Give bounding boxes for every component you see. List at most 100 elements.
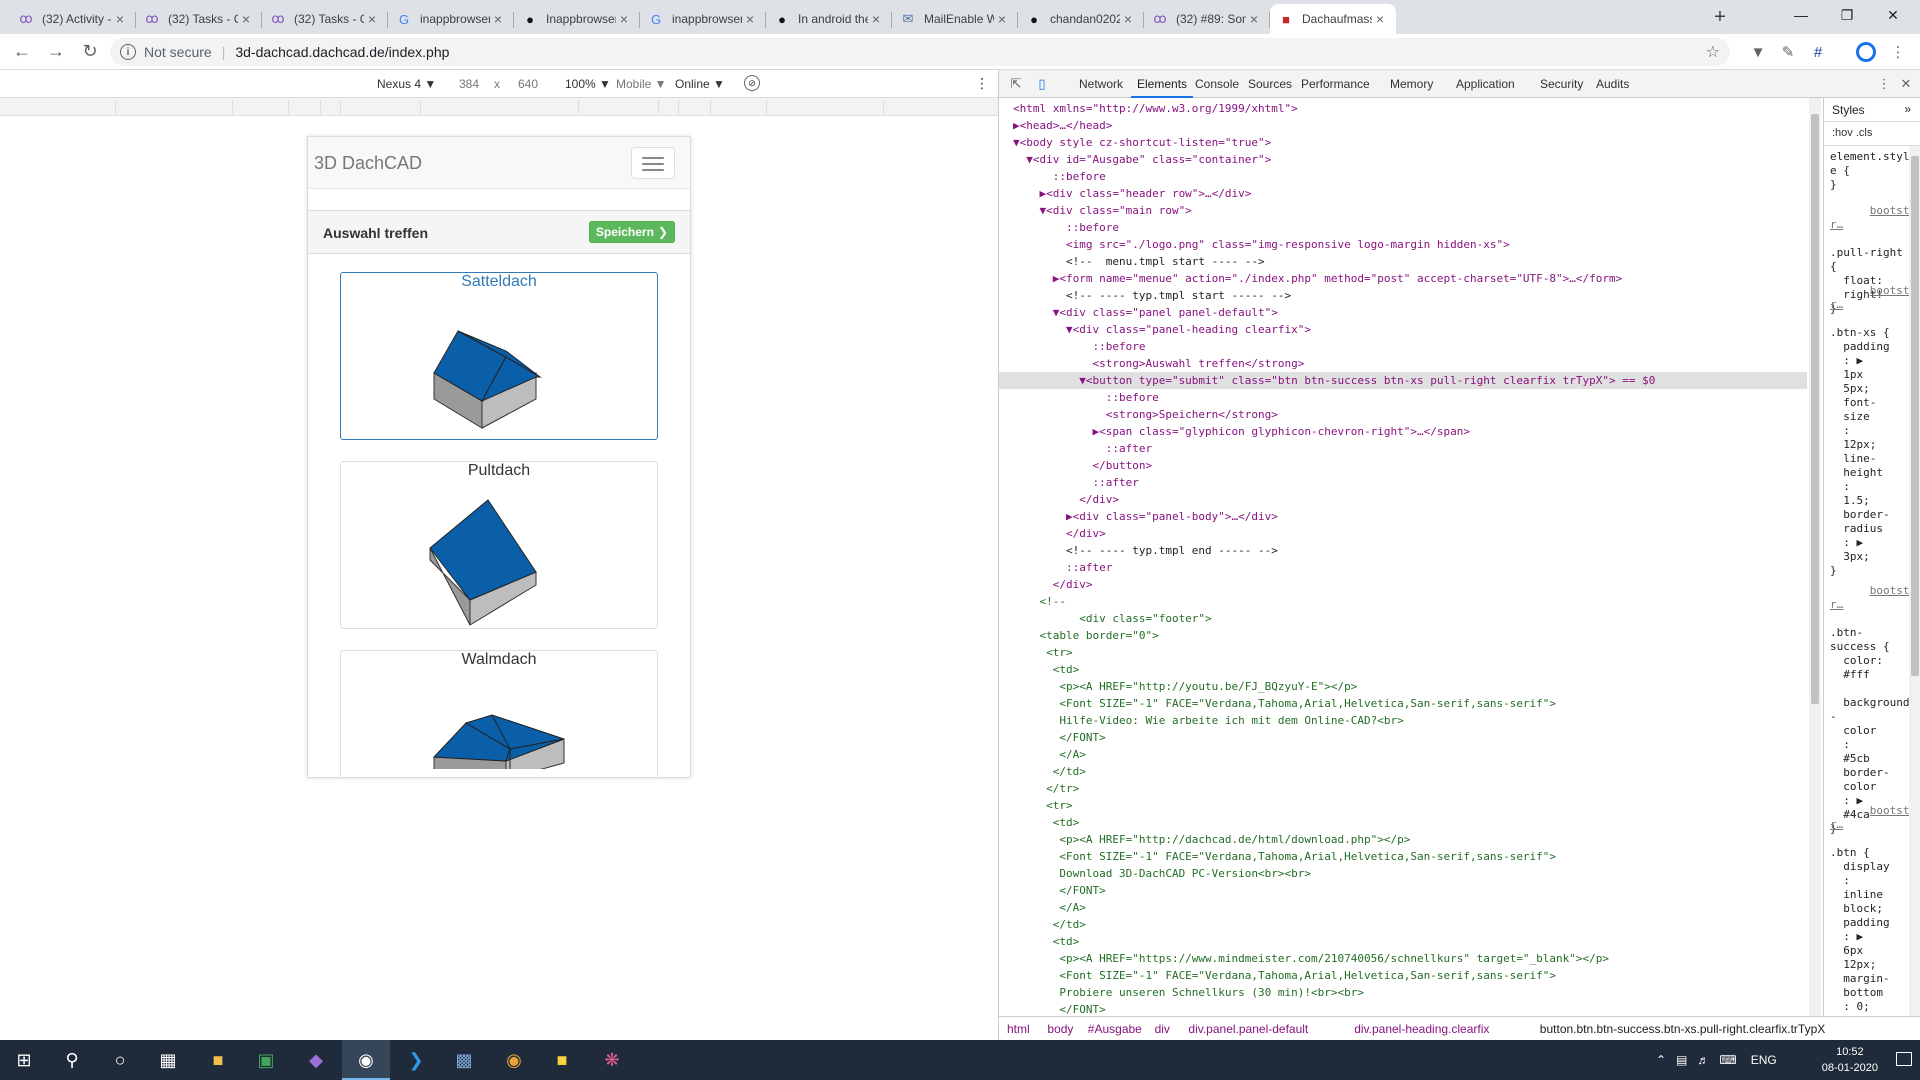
styles-filter[interactable]: :hov .cls (1824, 122, 1920, 146)
minimize-button[interactable]: — (1778, 0, 1824, 30)
viewport-height[interactable]: 640 (518, 77, 538, 91)
style-rule-btn[interactable]: bootstr… .btn { display : inline block; … (1830, 790, 1910, 1016)
url-text[interactable]: 3d-dachcad.dachcad.de/index.php (235, 44, 449, 60)
dom-node-line[interactable]: ::after (999, 474, 1807, 491)
roof-option-walmdach[interactable]: Walmdach (340, 650, 658, 777)
dom-node-line[interactable]: Download 3D-DachCAD PC-Version<br><br> (999, 865, 1807, 882)
dom-node-line[interactable]: ::before (999, 338, 1807, 355)
dom-node-line[interactable]: ▶<head>…</head> (999, 117, 1807, 134)
extension-filter-icon[interactable]: ▼ (1744, 38, 1772, 66)
excel-icon[interactable]: ▣ (242, 1040, 290, 1080)
tab-close-icon[interactable]: × (112, 11, 128, 27)
dom-node-line[interactable]: <strong>Speichern</strong> (999, 406, 1807, 423)
dom-node-line[interactable]: </div> (999, 576, 1807, 593)
dom-node-line[interactable]: <td> (999, 933, 1807, 950)
dom-node-line[interactable]: <p><A HREF="http://youtu.be/FJ_BQzyuY-E"… (999, 678, 1807, 695)
dom-node-line[interactable]: ▼<div class="main row"> (999, 202, 1807, 219)
windows-start-icon[interactable]: ⊞ (0, 1040, 48, 1080)
devtools-tab-performance[interactable]: Performance (1301, 77, 1370, 91)
hamburger-menu-icon[interactable] (631, 147, 675, 179)
dom-node-line[interactable]: <p><A HREF="https://www.mindmeister.com/… (999, 950, 1807, 967)
dom-node-line[interactable]: <tr> (999, 797, 1807, 814)
browser-tab[interactable]: ꝏ (32) Tasks - ON A× (262, 4, 388, 34)
tray-chevron-icon[interactable]: ⌃ (1656, 1053, 1666, 1067)
dom-node-line[interactable]: ▶<span class="glyphicon glyphicon-chevro… (999, 423, 1807, 440)
sticky-notes-icon[interactable]: ■ (538, 1040, 586, 1080)
roof-option-pultdach[interactable]: Pultdach (340, 461, 658, 629)
dom-node-line[interactable]: ▶<div class="panel-body">…</div> (999, 508, 1807, 525)
dom-node-line[interactable]: </tr> (999, 780, 1807, 797)
dom-node-line[interactable]: ▼<div id="Ausgabe" class="container"> (999, 151, 1807, 168)
tab-close-icon[interactable]: × (994, 11, 1010, 27)
vscode-icon[interactable]: ❯ (392, 1040, 440, 1080)
tab-close-icon[interactable]: × (364, 11, 380, 27)
browser-tab[interactable]: Ginappbrowser co× (640, 4, 766, 34)
dom-node-line[interactable]: ::after (999, 440, 1807, 457)
dom-node-line[interactable]: ::before (999, 168, 1807, 185)
tab-close-icon[interactable]: × (490, 11, 506, 27)
brand-title[interactable]: 3D DachCAD (314, 153, 422, 174)
dom-node-line[interactable]: ::before (999, 389, 1807, 406)
rule-source-link[interactable]: bootstr… (1830, 204, 1910, 231)
devtools-tab-sources[interactable]: Sources (1248, 77, 1292, 91)
devtools-tab-memory[interactable]: Memory (1390, 77, 1433, 91)
dom-node-line[interactable]: ▼<div class="panel panel-default"> (999, 304, 1807, 321)
dom-node-line[interactable]: </div> (999, 525, 1807, 542)
dom-node-line[interactable]: <html xmlns="http://www.w3.org/1999/xhtm… (999, 100, 1807, 117)
browser-tab[interactable]: ● In android the b× (766, 4, 892, 34)
dom-node-line[interactable]: ::after (999, 559, 1807, 576)
devtools-tab-elements[interactable]: Elements (1130, 77, 1194, 98)
rule-source-link[interactable]: bootstr… (1830, 584, 1910, 611)
breadcrumb-item[interactable]: #Ausgabe (1088, 1022, 1142, 1036)
breadcrumb-item[interactable]: div.panel-heading.clearfix (1354, 1022, 1489, 1036)
rule-source-link[interactable]: bootstr… (1830, 284, 1910, 311)
maximize-button[interactable]: ❐ (1824, 0, 1870, 30)
cortana-icon[interactable]: ○ (96, 1040, 144, 1080)
devtools-tab-console[interactable]: Console (1195, 77, 1239, 91)
chrome-icon[interactable]: ◉ (490, 1040, 538, 1080)
device-toggle-icon[interactable]: ▯ (1033, 75, 1051, 93)
dom-node-line[interactable]: <strong>Auswahl treffen</strong> (999, 355, 1807, 372)
dom-node-line[interactable]: </A> (999, 746, 1807, 763)
dom-node-line[interactable]: </A> (999, 899, 1807, 916)
slack-icon[interactable]: ❋ (588, 1040, 636, 1080)
network-throttle-select[interactable]: Online ▼ (675, 77, 725, 91)
language-indicator[interactable]: ENG (1751, 1053, 1777, 1067)
device-more-icon[interactable]: ⋮ (975, 75, 989, 92)
dom-node-line[interactable]: <!-- (999, 593, 1807, 610)
dom-node-line[interactable]: <!-- ---- typ.tmpl end ----- --> (999, 542, 1807, 559)
devtools-tab-audits[interactable]: Audits (1596, 77, 1629, 91)
dom-node-line[interactable]: </FONT> (999, 882, 1807, 899)
back-arrow-icon[interactable]: ← (6, 38, 38, 66)
dom-node-line[interactable]: <tr> (999, 644, 1807, 661)
volume-icon[interactable]: ♬ (1697, 1053, 1709, 1067)
device-mode-select[interactable]: Mobile ▼ (616, 77, 667, 91)
dom-node-line[interactable]: <table border="0"> (999, 627, 1807, 644)
dom-node-line[interactable]: </button> (999, 457, 1807, 474)
dom-node-line[interactable]: ▼<button type="submit" class="btn btn-su… (999, 372, 1807, 389)
style-rule-btn-xs[interactable]: bootstr… .btn-xs { padding : ▶ 1px 5px; … (1830, 270, 1910, 606)
roof-option-satteldach[interactable]: Satteldach (340, 272, 658, 440)
dom-node-line[interactable]: Probiere unseren Schnellkurs (30 min)!<b… (999, 984, 1807, 1001)
dom-node-line[interactable]: ▼<body style cz-shortcut-listen="true"> (999, 134, 1807, 151)
dom-node-line[interactable]: ▼<div class="panel-heading clearfix"> (999, 321, 1807, 338)
dom-node-line[interactable]: ▶<form name="menue" action="./index.php"… (999, 270, 1807, 287)
task-view-icon[interactable]: ▦ (144, 1040, 192, 1080)
notifications-icon[interactable] (1896, 1052, 1912, 1066)
extension-grid-icon[interactable]: # (1804, 38, 1832, 66)
breadcrumb-item[interactable]: html (1007, 1022, 1030, 1036)
dom-node-line[interactable]: <Font SIZE="-1" FACE="Verdana,Tahoma,Ari… (999, 848, 1807, 865)
styles-scrollbar[interactable] (1909, 146, 1920, 1016)
tab-close-icon[interactable]: × (238, 11, 254, 27)
dom-node-line[interactable]: </div> (999, 491, 1807, 508)
search-icon[interactable]: ⚲ (48, 1040, 96, 1080)
dom-node-line[interactable]: <div class="footer"> (999, 610, 1807, 627)
tab-close-icon[interactable]: × (1372, 11, 1388, 27)
dom-node-line[interactable]: </FONT> (999, 1001, 1807, 1016)
profile-avatar-icon[interactable] (1852, 38, 1880, 66)
address-bar[interactable]: i Not secure | 3d-dachcad.dachcad.de/ind… (110, 38, 1730, 66)
devtools-close-icon[interactable]: ✕ (1897, 75, 1915, 93)
dom-node-line[interactable]: <td> (999, 814, 1807, 831)
device-select[interactable]: Nexus 4 ▼ (377, 77, 436, 91)
devtools-tab-application[interactable]: Application (1456, 77, 1515, 91)
